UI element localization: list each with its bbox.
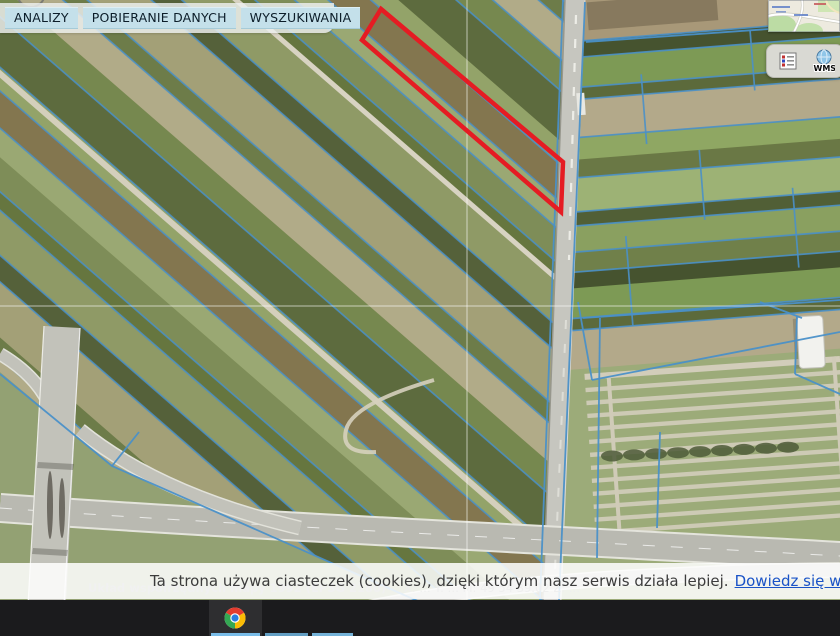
inset-place-label-red bbox=[814, 3, 826, 5]
map-toolbar: WMS bbox=[766, 44, 840, 78]
wms-button[interactable]: WMS bbox=[813, 49, 835, 73]
aerial-map[interactable] bbox=[0, 0, 840, 600]
cookie-message: Ta strona używa ciasteczek (cookies), dz… bbox=[150, 572, 729, 590]
chrome-browser-icon bbox=[224, 607, 246, 629]
menu-analizy-button[interactable]: ANALIZY bbox=[5, 7, 78, 29]
map-viewport[interactable] bbox=[0, 0, 840, 600]
legend-list-icon bbox=[779, 52, 797, 70]
legend-button[interactable] bbox=[777, 49, 799, 73]
menu-wyszukiwania-button[interactable]: WYSZUKIWANIA bbox=[240, 7, 361, 29]
cookie-learn-more-link[interactable]: Dowiedz się więcej bbox=[735, 572, 840, 590]
main-menu: ANALIZY POBIERANIE DANYCH WYSZUKIWANIA bbox=[0, 3, 361, 33]
chrome-active-taskbar-button[interactable] bbox=[209, 600, 262, 636]
taskbar-running-indicator bbox=[211, 632, 260, 636]
inset-place-label bbox=[794, 14, 808, 16]
windows-taskbar: 24% 1 0°C Pochmurnie A bbox=[0, 600, 840, 636]
menu-pobieranie-danych-button[interactable]: POBIERANIE DANYCH bbox=[82, 7, 236, 29]
taskbar-running-indicator bbox=[312, 632, 353, 636]
inset-place-label bbox=[772, 6, 790, 8]
taskbar-running-indicator bbox=[265, 632, 308, 636]
wms-label: WMS bbox=[814, 64, 836, 73]
cookie-banner: Ta strona używa ciasteczek (cookies), dz… bbox=[0, 563, 840, 599]
wms-globe-icon: WMS bbox=[813, 49, 835, 73]
overview-inset-map[interactable] bbox=[768, 0, 840, 32]
